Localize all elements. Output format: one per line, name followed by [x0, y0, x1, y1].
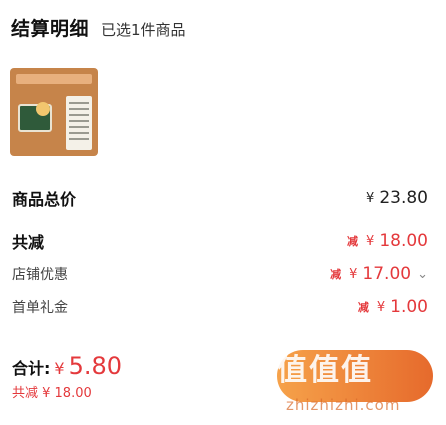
- selected-count-text: 已选1件商品: [101, 21, 186, 39]
- total-label: 合计:: [12, 359, 51, 378]
- currency-symbol: ¥: [376, 299, 386, 315]
- first-order-gift-value: 减 ¥ 1.00: [358, 297, 428, 317]
- discount-tag: 减: [357, 301, 369, 314]
- store-discount-label: 店铺优惠: [12, 267, 68, 283]
- first-order-gift-row: 首单礼金 减 ¥ 1.00: [12, 297, 428, 317]
- store-discount-amount: 17.00: [362, 264, 412, 284]
- goods-total-value: ¥ 23.80: [366, 188, 428, 208]
- goods-total-amount: 23.80: [379, 188, 428, 208]
- goods-total-row: 商品总价 ¥ 23.80: [12, 186, 428, 210]
- chevron-down-icon[interactable]: ⌄: [417, 267, 428, 282]
- first-order-gift-label: 首单礼金: [12, 300, 68, 316]
- currency-symbol: ¥: [366, 233, 375, 249]
- store-discount-row[interactable]: 店铺优惠 减 ¥ 17.00 ⌄: [12, 264, 428, 284]
- total-discount-row: 共减 减 ¥ 18.00: [12, 229, 428, 253]
- currency-symbol: ¥: [54, 359, 65, 378]
- watermark-url: zhizhizhi.com: [286, 396, 401, 414]
- goods-total-label: 商品总价: [12, 190, 77, 209]
- worksheet-graphic: [66, 96, 92, 150]
- discount-tag: 减: [347, 235, 359, 248]
- store-discount-value[interactable]: 减 ¥ 17.00 ⌄: [330, 264, 428, 284]
- product-banner: [16, 74, 92, 84]
- first-order-gift-amount: 1.00: [390, 297, 428, 317]
- page-title: 结算明细: [11, 18, 90, 40]
- order-total-summary: 合计: ¥ 5.80 共减 ¥ 18.00: [12, 352, 122, 401]
- checkout-detail-header: 结算明细 已选1件商品: [11, 14, 186, 44]
- saved-amount-text: 共减 ¥ 18.00: [12, 386, 92, 401]
- total-discount-amount: 18.00: [379, 231, 428, 251]
- currency-symbol: ¥: [349, 266, 358, 282]
- total-discount-label: 共减: [12, 233, 45, 252]
- total-discount-value: 减 ¥ 18.00: [347, 231, 428, 251]
- discount-tag: 减: [330, 268, 342, 281]
- total-amount: 5.80: [68, 352, 123, 380]
- watermark-logo: 值值值: [277, 353, 373, 388]
- currency-symbol: ¥: [366, 190, 375, 206]
- product-thumbnail[interactable]: [10, 68, 98, 156]
- child-figure: [36, 102, 50, 116]
